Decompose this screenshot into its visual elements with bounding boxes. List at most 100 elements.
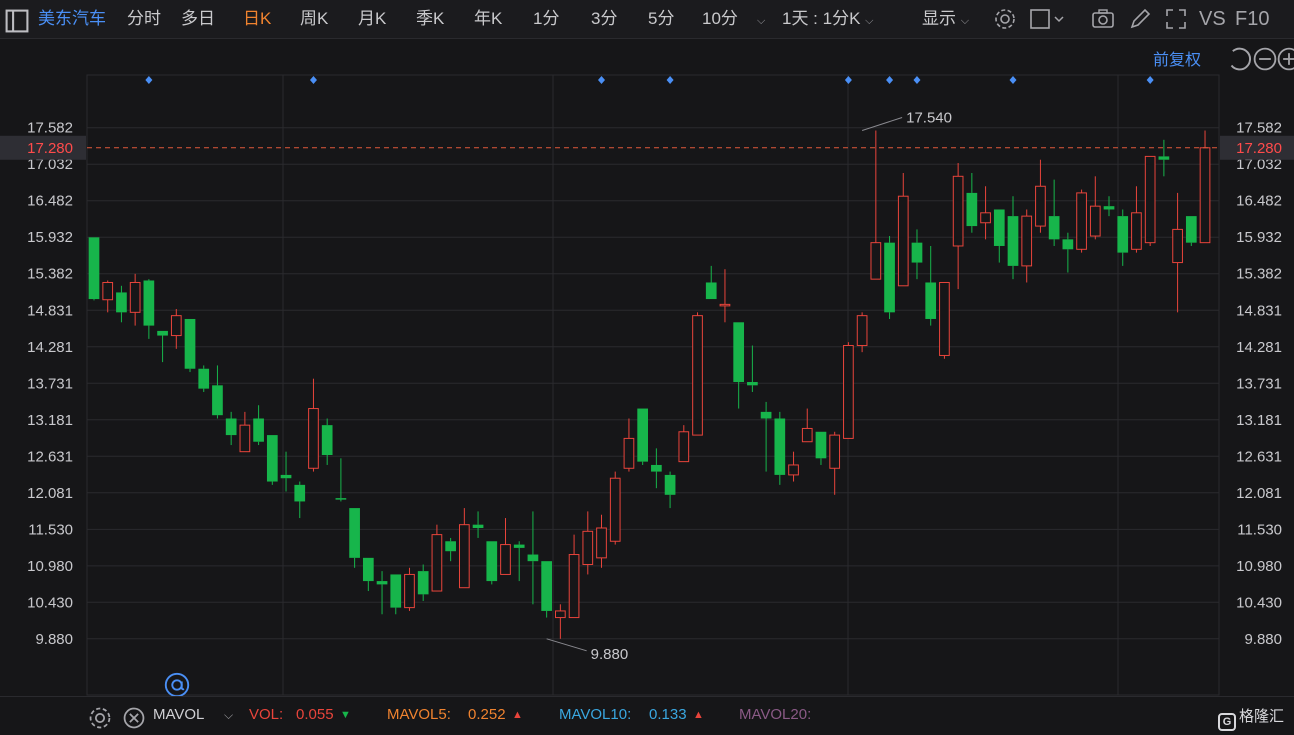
candle (225, 411, 237, 446)
logo-text: 格隆汇 (1238, 708, 1284, 725)
price-tick-label: 14.281 (27, 339, 73, 356)
layout-square-icon[interactable] (1029, 6, 1069, 32)
candle (1048, 179, 1060, 246)
candle-body (266, 435, 278, 482)
candle-body (1172, 228, 1183, 264)
price-tick-label: 15.932 (1236, 229, 1282, 246)
tab-monthly-k[interactable]: 月K (358, 0, 386, 38)
tab-multi-day[interactable]: 多日 (181, 0, 215, 38)
candle-body (829, 434, 841, 469)
candle (870, 130, 882, 280)
tab-5min[interactable]: 5分 (648, 0, 674, 38)
reset-icon[interactable] (1225, 46, 1252, 71)
candle (678, 425, 690, 463)
candle (541, 561, 552, 618)
tab-minute[interactable]: 分时 (127, 0, 161, 38)
tab-3min[interactable]: 3分 (591, 0, 617, 38)
price-tick-label: 13.731 (27, 375, 73, 392)
candle (966, 172, 978, 233)
zoom-out-icon[interactable] (1252, 46, 1277, 71)
more-periods-dropdown[interactable]: ⌵ (757, 0, 765, 38)
candle-body (527, 554, 539, 562)
indicator-name[interactable]: MAVOL (153, 697, 204, 735)
candle (609, 471, 621, 545)
candle (733, 322, 745, 409)
indicator-settings-icon[interactable] (87, 705, 111, 729)
price-tick-label: 12.081 (27, 485, 73, 502)
mavol5-label: MAVOL5: (387, 706, 451, 723)
candle (664, 471, 676, 509)
display-label: 显示 (922, 9, 956, 28)
vol-value: 0.055 (296, 706, 334, 723)
candle-body (856, 315, 868, 347)
price-tick-label: 10.430 (27, 594, 73, 611)
tab-1min[interactable]: 1分 (533, 0, 559, 38)
f10-button[interactable]: F10 (1235, 0, 1269, 38)
candle (431, 524, 443, 592)
candle-body (884, 242, 895, 313)
price-tick-label: 15.382 (1236, 266, 1282, 283)
tab-weekly-k[interactable]: 周K (300, 0, 328, 38)
candle-body (486, 541, 498, 582)
sidebar-toggle-icon[interactable] (4, 8, 29, 33)
candle (1144, 155, 1156, 246)
price-tick-label: 17.582 (27, 120, 73, 137)
tab-yearly-k[interactable]: 年K (474, 0, 502, 38)
down-arrow-icon: ▼ (340, 709, 351, 721)
price-tick-label: 14.831 (27, 302, 73, 319)
candle-body (500, 544, 511, 575)
candle-body (952, 175, 964, 247)
candle (362, 557, 374, 592)
candle (1007, 196, 1019, 280)
price-tick-label: 15.382 (27, 266, 73, 283)
candle (184, 318, 196, 373)
candle-body (1035, 185, 1046, 227)
tab-10min[interactable]: 10分 (702, 0, 738, 38)
candle (500, 518, 511, 575)
mavol20-label: MAVOL20: (739, 706, 812, 723)
candle (1035, 159, 1046, 233)
candle (445, 537, 456, 562)
candle-body (582, 530, 594, 565)
price-tick-label: 9.880 (1244, 631, 1282, 648)
camera-icon[interactable] (1090, 6, 1116, 32)
candle-body (1144, 155, 1156, 244)
candle (527, 511, 539, 605)
candle (349, 508, 360, 568)
candle-body (651, 464, 662, 472)
event-marker-diamond (145, 76, 153, 84)
tab-daily-k[interactable]: 日K (243, 0, 271, 38)
close-icon[interactable] (121, 705, 145, 729)
candle (239, 411, 251, 453)
candle-body (404, 573, 415, 609)
fullscreen-icon[interactable] (1163, 6, 1189, 32)
display-menu[interactable]: 显示 ⌵ (922, 0, 969, 38)
candle (760, 401, 772, 472)
stock-name[interactable]: 美东汽车 (38, 0, 106, 38)
pen-draw-icon[interactable] (1127, 6, 1153, 32)
candle (747, 345, 758, 392)
period-select[interactable]: 1天 : 1分K ⌵ (782, 0, 874, 38)
zoom-in-icon[interactable] (1276, 46, 1294, 71)
settings-gear-icon[interactable] (992, 6, 1018, 32)
candle-body (472, 524, 484, 528)
tab-quarterly-k[interactable]: 季K (416, 0, 444, 38)
chevron-down-icon[interactable]: ⌵ (224, 697, 233, 735)
vs-compare-button[interactable]: VS (1199, 0, 1226, 38)
candle (815, 431, 827, 465)
candle (116, 285, 127, 323)
kline-chart[interactable]: 17.58217.03216.48215.93215.38214.83114.2… (0, 0, 1294, 734)
candle (253, 405, 264, 446)
price-tick-label: 10.980 (27, 558, 73, 575)
event-markers (145, 76, 1154, 84)
candle-body (1185, 216, 1197, 243)
candle-body (170, 315, 182, 337)
candle-body (774, 418, 786, 475)
candle-body (129, 281, 141, 313)
candle-body (788, 464, 799, 476)
candle-body (184, 318, 196, 369)
adjust-mode-button[interactable]: 前复权 (1153, 46, 1201, 70)
price-axis-left: 17.58217.03216.48215.93215.38214.83114.2… (27, 120, 73, 648)
chevron-down-icon: ⌵ (865, 15, 874, 27)
at-symbol-icon[interactable] (164, 672, 190, 698)
